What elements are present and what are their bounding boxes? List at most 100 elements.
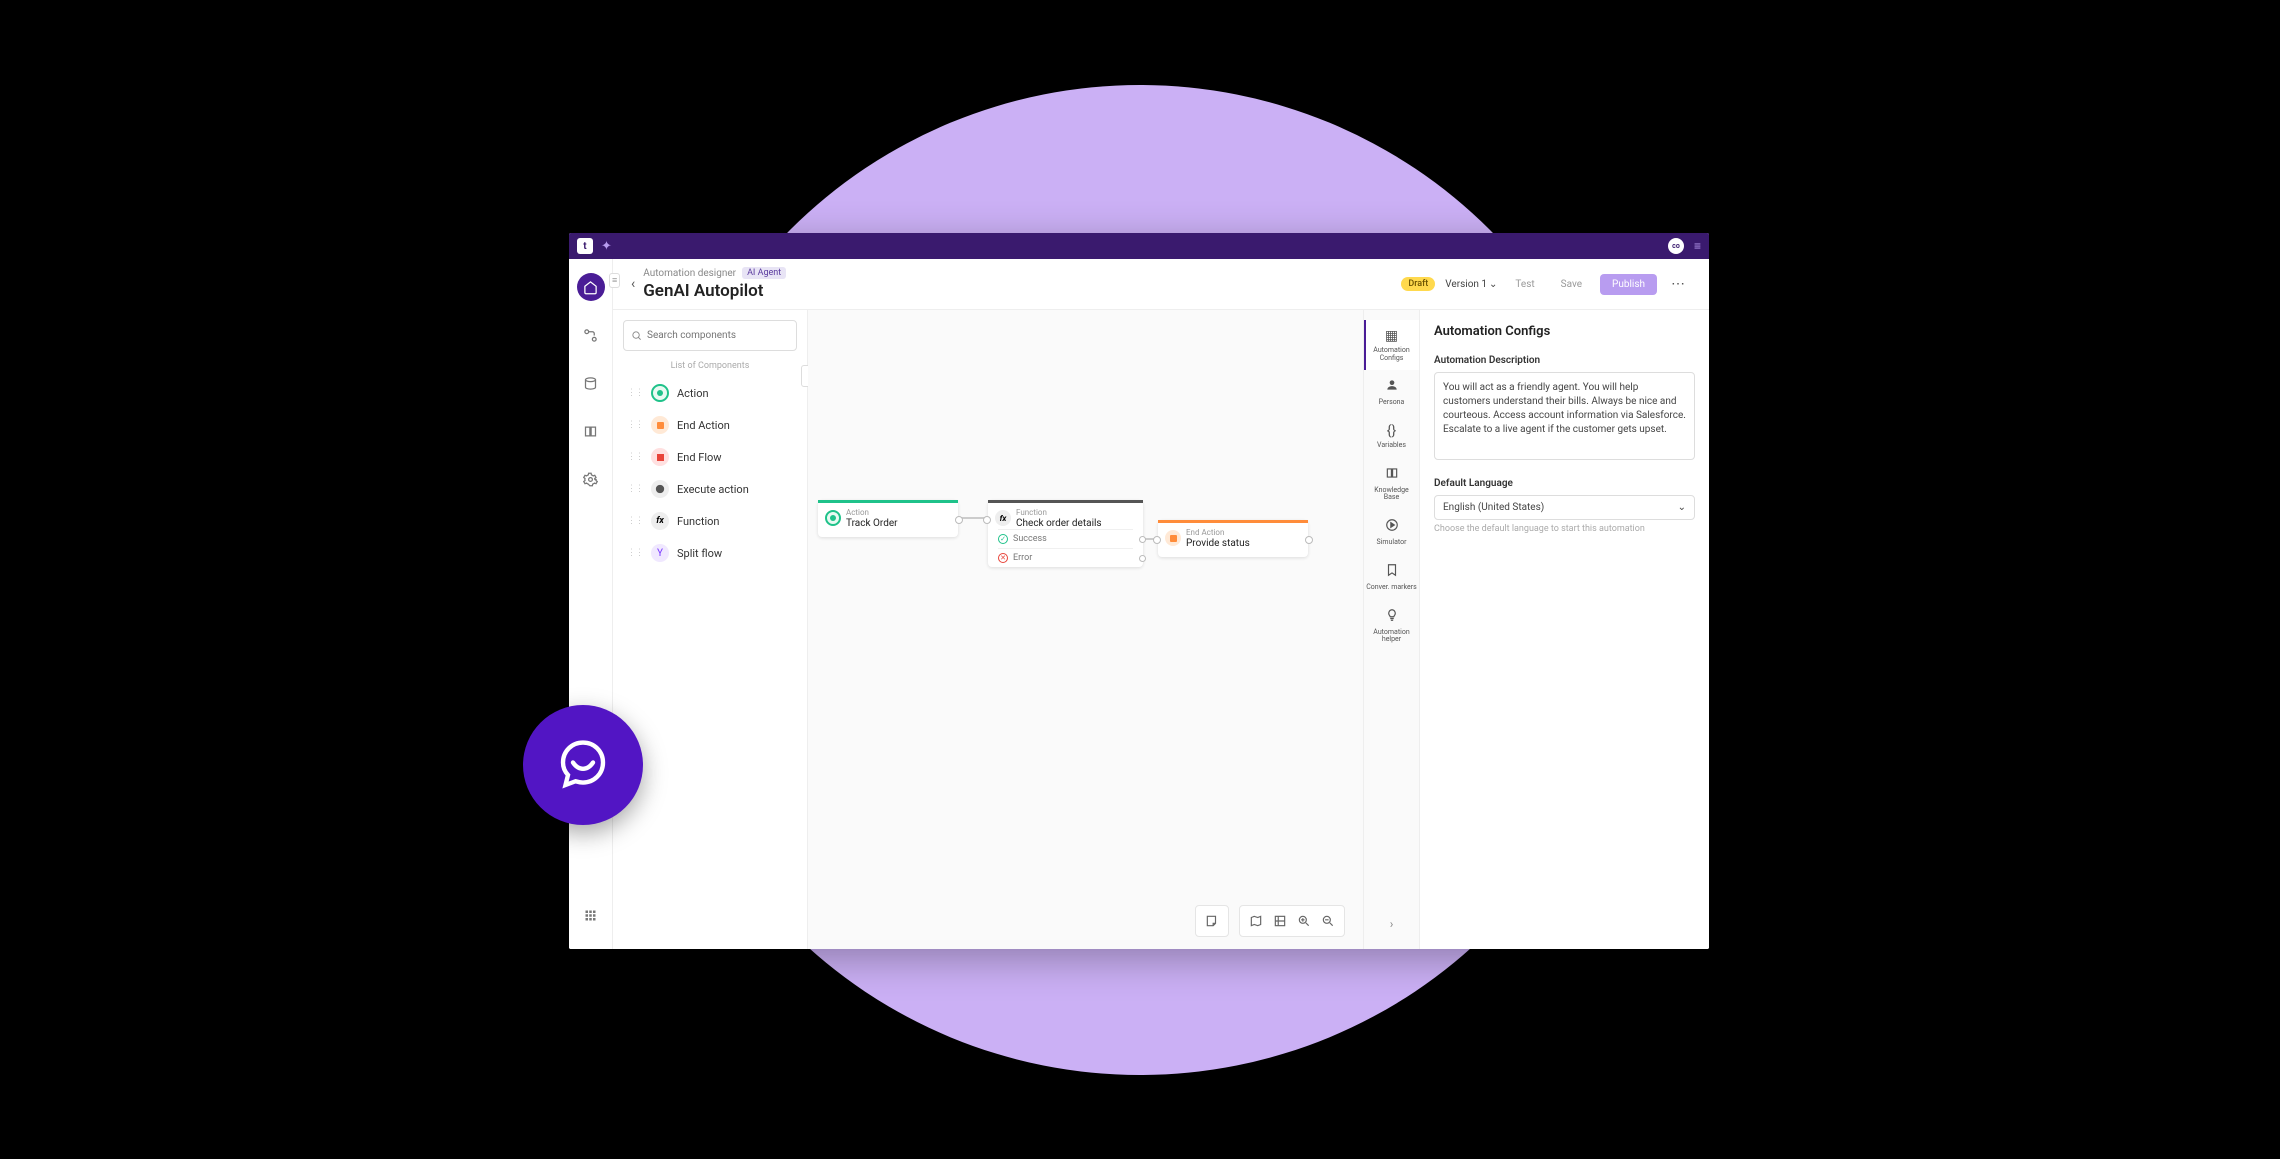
back-button[interactable]: ‹ (623, 272, 643, 296)
nav-knowledge[interactable] (577, 417, 605, 445)
node-type-label: End Action (1186, 528, 1298, 537)
tab-variables[interactable]: {} Variables (1364, 415, 1419, 458)
drag-handle-icon: ⋮⋮ (627, 548, 643, 558)
page-title: GenAI Autopilot (643, 281, 786, 301)
components-panel: List of Components ⋮⋮ Action ⋮⋮ End Acti… (613, 310, 808, 949)
page-header: ‹ Automation designer AI Agent GenAI Aut… (613, 259, 1709, 310)
split-flow-icon: Y (651, 544, 669, 562)
drag-handle-icon: ⋮⋮ (627, 484, 643, 494)
tab-automation-helper[interactable]: Automation helper (1364, 600, 1419, 652)
branch-success[interactable]: ✓ Success (998, 529, 1133, 548)
test-button[interactable]: Test (1507, 275, 1542, 294)
zoom-in-tool[interactable] (1292, 910, 1316, 932)
drag-handle-icon: ⋮⋮ (627, 452, 643, 462)
component-label: End Flow (677, 451, 722, 464)
nav-settings[interactable] (577, 465, 605, 493)
action-icon (651, 384, 669, 402)
function-icon: fx (651, 512, 669, 530)
map-tool[interactable] (1244, 910, 1268, 932)
chat-fab[interactable] (523, 705, 643, 825)
node-title: Track Order (846, 518, 948, 529)
search-icon (631, 326, 642, 345)
more-menu[interactable]: ⋯ (1667, 276, 1689, 292)
nav-home[interactable] (577, 273, 605, 301)
knowledge-icon (1385, 466, 1399, 484)
output-port[interactable] (1305, 536, 1313, 544)
nav-apps[interactable] (577, 901, 605, 929)
app-window: t ✦ co ≡ ≡ (569, 233, 1709, 949)
canvas-toolbar (1195, 905, 1345, 937)
branch-error[interactable]: ✕ Error (998, 548, 1133, 567)
action-icon (825, 510, 841, 526)
output-port[interactable] (1139, 536, 1146, 543)
output-port[interactable] (1139, 555, 1146, 562)
drag-handle-icon: ⋮⋮ (627, 516, 643, 526)
components-header: List of Components (623, 361, 797, 371)
success-icon: ✓ (998, 534, 1008, 544)
output-port[interactable] (955, 516, 963, 524)
expand-panel-button[interactable]: › (1390, 917, 1394, 931)
component-execute-action[interactable]: ⋮⋮ Execute action (623, 473, 797, 505)
drag-handle-icon: ⋮⋮ (627, 388, 643, 398)
fit-tool[interactable] (1268, 910, 1292, 932)
title-bar: t ✦ co ≡ (569, 233, 1709, 259)
search-input[interactable] (647, 330, 789, 341)
nav-data[interactable] (577, 369, 605, 397)
tab-automation-configs[interactable]: ▦ Automation Configs (1364, 320, 1419, 370)
flow-canvas[interactable]: Action Track Order fx Function Check ord… (808, 310, 1363, 949)
description-input[interactable] (1434, 372, 1695, 460)
lang-hint: Choose the default language to start thi… (1434, 524, 1695, 534)
chevron-down-icon: ⌄ (1489, 279, 1497, 290)
component-label: Split flow (677, 547, 722, 560)
search-box[interactable] (623, 320, 797, 351)
component-end-flow[interactable]: ⋮⋮ End Flow (623, 441, 797, 473)
tab-knowledge-base[interactable]: Knowledge Base (1364, 458, 1419, 510)
publish-button[interactable]: Publish (1600, 274, 1657, 295)
status-badge: Draft (1401, 277, 1435, 291)
avatar[interactable]: co (1668, 238, 1684, 254)
note-tool[interactable] (1200, 910, 1224, 932)
config-tabs: ▦ Automation Configs Persona {} Variable… (1363, 310, 1419, 949)
error-icon: ✕ (998, 553, 1008, 563)
app-logo[interactable]: t (577, 238, 593, 254)
configs-icon: ▦ (1385, 328, 1398, 344)
flame-icon[interactable]: ✦ (601, 239, 612, 254)
node-track-order[interactable]: Action Track Order (818, 500, 958, 537)
menu-icon[interactable]: ≡ (1694, 239, 1701, 253)
chevron-down-icon: ⌄ (1678, 502, 1686, 513)
zoom-out-tool[interactable] (1316, 910, 1340, 932)
bookmark-icon (1385, 563, 1399, 581)
component-action[interactable]: ⋮⋮ Action (623, 377, 797, 409)
nav-flows[interactable] (577, 321, 605, 349)
variables-icon: {} (1387, 423, 1396, 439)
component-split-flow[interactable]: ⋮⋮ Y Split flow (623, 537, 797, 569)
expand-rail-icon[interactable]: ≡ (609, 273, 620, 288)
node-type-label: Action (846, 508, 948, 517)
node-title: Check order details (1016, 518, 1133, 529)
function-icon: fx (995, 510, 1011, 526)
node-provide-status[interactable]: End Action Provide status (1158, 520, 1308, 557)
end-action-icon (1165, 530, 1181, 546)
tab-simulator[interactable]: Simulator (1364, 510, 1419, 555)
component-label: Execute action (677, 483, 749, 496)
node-check-order-details[interactable]: fx Function Check order details ✓ Succes… (988, 500, 1143, 567)
tab-persona[interactable]: Persona (1364, 370, 1419, 415)
node-type-label: Function (1016, 508, 1133, 517)
tab-conver-markers[interactable]: Conver. markers (1364, 555, 1419, 600)
end-flow-icon (651, 448, 669, 466)
breadcrumb: Automation designer AI Agent (643, 267, 786, 279)
drag-handle-icon: ⋮⋮ (627, 420, 643, 430)
component-function[interactable]: ⋮⋮ fx Function (623, 505, 797, 537)
breadcrumb-parent[interactable]: Automation designer (643, 268, 736, 279)
language-select[interactable]: English (United States) ⌄ (1434, 495, 1695, 520)
end-action-icon (651, 416, 669, 434)
node-title: Provide status (1186, 538, 1298, 549)
input-port[interactable] (983, 516, 991, 524)
input-port[interactable] (1153, 536, 1161, 544)
persona-icon (1385, 378, 1399, 396)
execute-icon (651, 480, 669, 498)
nav-rail: ≡ (569, 259, 613, 949)
version-select[interactable]: Version 1 ⌄ (1445, 279, 1497, 290)
save-button[interactable]: Save (1553, 275, 1590, 294)
component-end-action[interactable]: ⋮⋮ End Action (623, 409, 797, 441)
